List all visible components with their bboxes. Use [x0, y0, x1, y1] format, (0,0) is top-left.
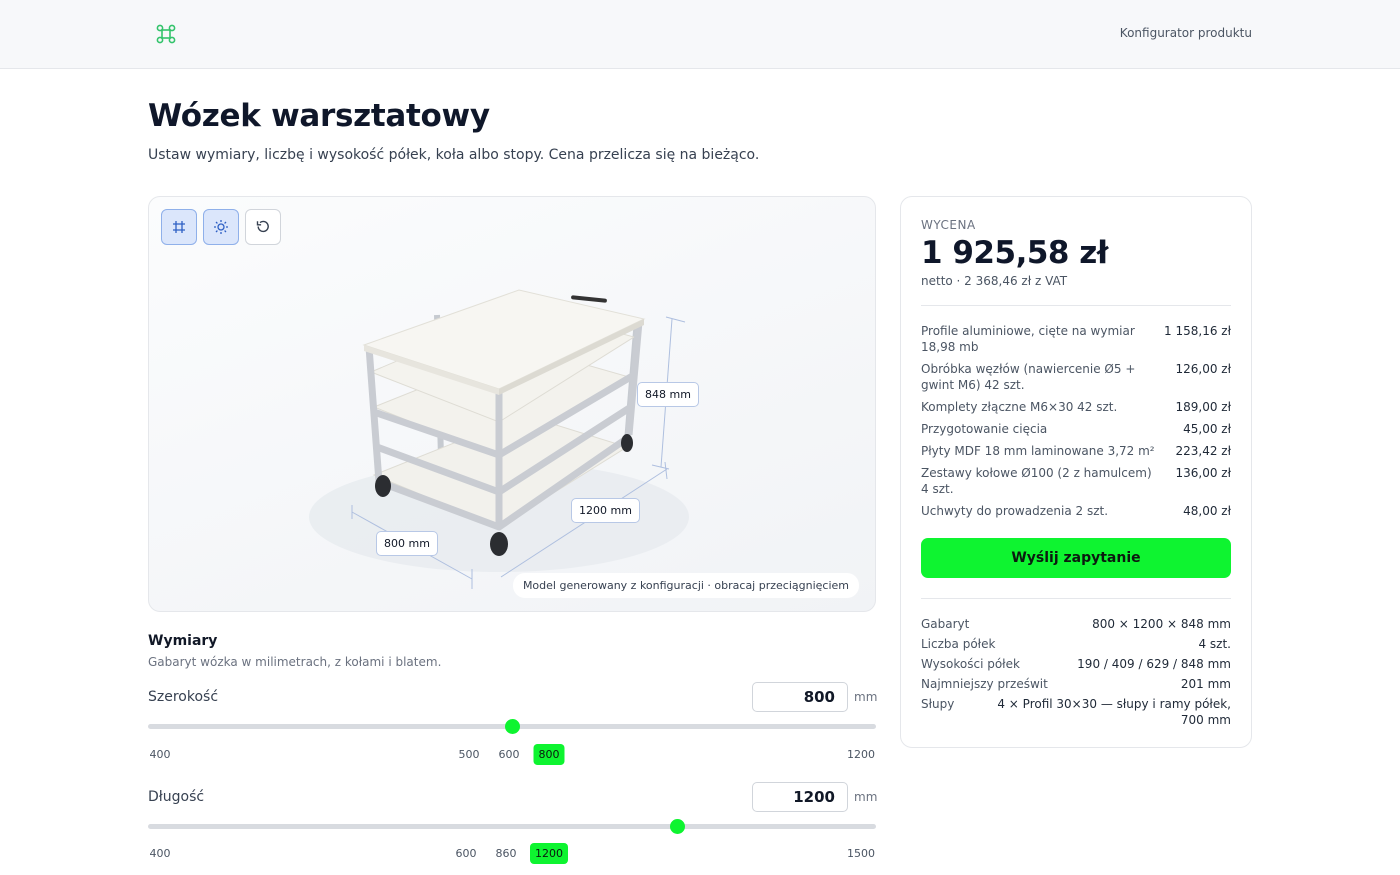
preset-chip[interactable]: 860 [496, 847, 517, 860]
quote-line-desc: Przygotowanie cięcia [921, 422, 1048, 436]
quote-line-desc: Zestawy kołowe Ø100 (2 z hamulcem) 4 szt… [921, 466, 1152, 496]
quote-line: Zestawy kołowe Ø100 (2 z hamulcem) 4 szt… [921, 465, 1231, 497]
quote-line-amount: 223,42 zł [1175, 444, 1231, 458]
width-slider-thumb[interactable] [504, 719, 520, 734]
quote-line-amount: 189,00 zł [1175, 400, 1231, 414]
length-label: Długość [148, 789, 205, 805]
preset-chip[interactable]: 500 [459, 748, 480, 761]
spec-row: Gabaryt 800 × 1200 × 848 mm [921, 616, 1231, 632]
spec-row: Słupy 4 × Profil 30×30 — słupy i ramy pół… [921, 696, 1231, 728]
length-unit: mm [854, 790, 878, 804]
quote-price: 1 925,58 zł [921, 235, 1108, 271]
spec-value: 4 szt. [1198, 637, 1231, 651]
spec-value: 800 × 1200 × 848 mm [1092, 617, 1231, 631]
quote-line-amount: 136,00 zł [1175, 466, 1231, 480]
quote-panel: WYCENA 1 925,58 zł netto · 2 368,46 zł z… [900, 196, 1252, 748]
spec-summary: Gabaryt 800 × 1200 × 848 mm Liczba półek 4… [921, 616, 1231, 732]
spec-value: 201 mm [1180, 677, 1231, 691]
divider [921, 598, 1231, 599]
preset-chip[interactable]: 400 [150, 748, 171, 761]
height-dimension-label: 848 mm [637, 382, 699, 407]
page-subtitle: Ustaw wymiary, liczbę i wysokość półek, … [148, 147, 760, 163]
spec-row: Wysokości półek 190 / 409 / 629 / 848 mm [921, 656, 1231, 672]
divider [921, 305, 1231, 306]
preset-chip[interactable]: 1500 [847, 847, 875, 860]
width-dimension-label: 800 mm [376, 531, 438, 556]
quote-line-desc: Obróbka węzłów (nawiercenie Ø5 + gwint M… [921, 362, 1136, 392]
length-slider-track[interactable] [148, 824, 876, 829]
quote-line: Płyty MDF 18 mm laminowane 3,72 m² 223,42… [921, 443, 1231, 459]
viewer-hint: Model generowany z konfiguracji · obraca… [512, 573, 859, 598]
quote-line: Uchwyty do prowadzenia 2 szt. 48,00 zł [921, 503, 1231, 519]
spec-key: Liczba półek [921, 637, 996, 651]
quote-line-desc: Płyty MDF 18 mm laminowane 3,72 m² [921, 444, 1155, 458]
quote-line: Obróbka węzłów (nawiercenie Ø5 + gwint M… [921, 361, 1231, 393]
width-unit: mm [854, 690, 878, 704]
send-inquiry-button[interactable]: Wyślij zapytanie [921, 538, 1231, 578]
width-label: Szerokość [148, 689, 219, 705]
quote-line-desc: Komplety złączne M6×30 42 szt. [921, 400, 1118, 414]
preset-chip[interactable]: 800 [533, 744, 565, 765]
quote-line: Przygotowanie cięcia 45,00 zł [921, 421, 1231, 437]
spec-key: Najmniejszy prześwit [921, 677, 1048, 691]
top-bar: Konfigurator produktu [0, 0, 1400, 69]
length-input[interactable] [752, 782, 848, 812]
length-dimension-label: 1200 mm [571, 498, 640, 523]
spec-key: Słupy [921, 697, 955, 711]
quote-line-desc: Uchwyty do prowadzenia 2 szt. [921, 504, 1109, 518]
spec-row: Najmniejszy prześwit 201 mm [921, 676, 1231, 692]
preset-chip[interactable]: 400 [150, 847, 171, 860]
spec-key: Gabaryt [921, 617, 970, 631]
width-input[interactable] [752, 682, 848, 712]
spec-row: Liczba półek 4 szt. [921, 636, 1231, 652]
preset-chip[interactable]: 1200 [530, 843, 568, 864]
length-slider-thumb[interactable] [669, 819, 685, 834]
quote-net-price: netto · 2 368,46 zł z VAT [921, 274, 1068, 288]
command-icon[interactable] [155, 23, 177, 45]
spec-value: 4 × Profil 30×30 — słupy i ramy półek, 7… [997, 697, 1231, 727]
quote-line-amount: 45,00 zł [1183, 422, 1231, 436]
dimensions-section-title: Wymiary [148, 633, 218, 649]
spec-value: 190 / 409 / 629 / 848 mm [1077, 657, 1231, 671]
quote-line-items: Profile aluminiowe, cięte na wymiar 18,9… [921, 323, 1231, 525]
model-viewer[interactable]: 848 mm 1200 mm 800 mm Model generowany z… [148, 196, 876, 612]
cart-3d-model[interactable] [149, 197, 876, 612]
preset-chip[interactable]: 1200 [847, 748, 875, 761]
nav-link-configurator[interactable]: Konfigurator produktu [1120, 26, 1252, 40]
quote-eyebrow: WYCENA [921, 218, 976, 232]
quote-line-amount: 1 158,16 zł [1164, 324, 1231, 338]
quote-line-amount: 48,00 zł [1183, 504, 1231, 518]
quote-line: Profile aluminiowe, cięte na wymiar 18,9… [921, 323, 1231, 355]
preset-chip[interactable]: 600 [499, 748, 520, 761]
quote-line-amount: 126,00 zł [1175, 362, 1231, 376]
page-title: Wózek warsztatowy [148, 98, 490, 134]
dimensions-section-subtitle: Gabaryt wózka w milimetrach, z kołami i … [148, 655, 442, 669]
quote-line-desc: Profile aluminiowe, cięte na wymiar 18,9… [921, 324, 1135, 354]
preset-chip[interactable]: 600 [456, 847, 477, 860]
spec-key: Wysokości półek [921, 657, 1020, 671]
quote-line: Komplety złączne M6×30 42 szt. 189,00 zł [921, 399, 1231, 415]
